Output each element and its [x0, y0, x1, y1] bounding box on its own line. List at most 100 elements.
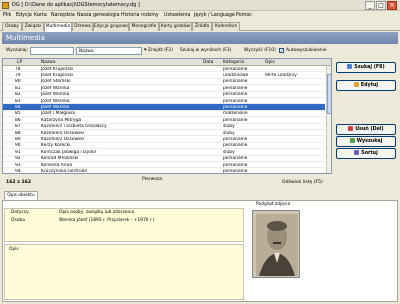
- search-icon: [347, 64, 353, 69]
- menu-karta[interactable]: Karta: [34, 13, 47, 18]
- rel-description: Warnka Józef (1895 r. Przysiersk - +1976…: [59, 218, 155, 223]
- table-cell: Józef Krupiński: [41, 66, 74, 72]
- clear-button[interactable]: Wyczyść (F10): [244, 48, 276, 53]
- find-next-button[interactable]: Znajdź (F2): [148, 48, 173, 53]
- col-kategoria[interactable]: Kategoria: [223, 60, 244, 65]
- tab-monografie[interactable]: Monografie: [129, 22, 159, 31]
- sort-icon: [354, 150, 360, 155]
- title-bar: DG [ D:\Dane do aplikacji\DGStemscytatem…: [0, 0, 400, 11]
- field-select[interactable]: Nazwa: [76, 47, 142, 55]
- table-cell: Kazimierz Ossowski: [41, 136, 85, 142]
- table-cell: 80: [15, 79, 21, 85]
- table-cell: 81: [15, 85, 21, 91]
- chevron-down-icon[interactable]: ▾: [144, 47, 147, 53]
- table-cell: personalne: [223, 98, 248, 104]
- table-cell: Konecka Anna: [41, 162, 73, 168]
- search-label: Wyszukaj:: [6, 48, 29, 53]
- scrollbar-thumb[interactable]: [327, 74, 331, 114]
- menu-edycja[interactable]: Edycja: [16, 13, 32, 18]
- table-cell: personalne: [223, 143, 248, 149]
- tab-osoby[interactable]: Osoby: [2, 22, 22, 31]
- table-scrollbar[interactable]: [326, 66, 331, 173]
- tab-zrodla[interactable]: Źródła: [192, 22, 212, 31]
- table-cell: 89: [15, 136, 21, 142]
- photo-preview-label: Podgląd zdjęcia: [256, 202, 291, 207]
- autosearch-checkbox[interactable]: ✓: [279, 48, 284, 53]
- table-cell: 88: [15, 130, 21, 136]
- photo-preview[interactable]: [252, 210, 300, 278]
- action-panel: Szukaj (F8) Edytuj Usuń (Del) Wyszukaj S…: [336, 60, 398, 174]
- close-button[interactable]: ✕: [387, 1, 397, 10]
- tab-multimedia[interactable]: Multimedia: [44, 22, 72, 32]
- minimize-button[interactable]: _: [365, 1, 375, 10]
- search-results-button[interactable]: Szukaj w wynikach (F3): [180, 48, 231, 53]
- search-input[interactable]: [30, 47, 74, 55]
- table-row[interactable]: 94 Kruczyńska Gertruda personalne: [3, 168, 325, 174]
- autosearch-label: Autowyszukiwanie: [286, 48, 327, 53]
- find-icon: [349, 138, 355, 143]
- record-count: 162 z 162: [6, 180, 32, 185]
- table-cell: Józef Warnka: [41, 104, 70, 110]
- table-cell: 93: [15, 162, 21, 168]
- table-cell: personalne: [223, 104, 248, 110]
- table-cell: 94: [15, 168, 21, 174]
- delete-button[interactable]: Usuń (Del): [336, 124, 396, 135]
- menu-pomoc[interactable]: Pomoc: [236, 13, 252, 18]
- delete-icon: [348, 126, 354, 131]
- tab-kalendarz[interactable]: Kalendarz: [212, 22, 240, 31]
- table-cell: Katarzyna Mitręga: [41, 117, 82, 123]
- table-cell: 83: [15, 98, 21, 104]
- search-button[interactable]: Szukaj (F8): [336, 62, 396, 73]
- table-cell: Klimczak Jadwiga i Izydor: [41, 149, 97, 155]
- menu-jezyk[interactable]: Język / Language: [194, 13, 235, 18]
- table-cell: 86: [15, 117, 21, 123]
- lower-tabs: Opis obiektu: [2, 190, 398, 201]
- tab-karty-grobow[interactable]: Karty grobów: [159, 22, 192, 31]
- menu-narzedzia[interactable]: Narzędzia: [51, 13, 75, 18]
- edit-icon: [353, 82, 359, 87]
- refresh-button[interactable]: Odśwież listę (F5): [282, 180, 323, 185]
- sort-button[interactable]: Sortuj: [336, 148, 396, 159]
- col-opis[interactable]: Opis: [265, 60, 275, 65]
- relations-table: Dotyczy Opis osoby, związku lub zdarzeni…: [4, 208, 244, 242]
- table-cell: 91: [15, 149, 21, 155]
- col-lp[interactable]: LP: [17, 60, 22, 65]
- table-cell: 90: [15, 143, 21, 149]
- table-cell: personalne: [223, 85, 248, 91]
- menu-ustawienia[interactable]: Ustawienia: [164, 13, 190, 18]
- table-cell: 87: [15, 124, 21, 130]
- media-table: LP Nazwa Data Kategoria Opis 78 Józef Kru…: [2, 58, 332, 174]
- section-header: Multimedia: [2, 32, 398, 44]
- table-cell: 92: [15, 156, 21, 162]
- tab-zwiazki[interactable]: Związki: [22, 22, 44, 31]
- table-cell: Kruczyńska Gertruda: [41, 168, 88, 174]
- table-cell: Konrad Mroziński: [41, 156, 79, 162]
- main-tabs: Osoby Związki Multimedia Drzewa Edycja g…: [0, 21, 400, 32]
- menu-historia-rodziny[interactable]: Historia rodziny: [121, 13, 159, 18]
- table-header: LP Nazwa Data Kategoria Opis: [3, 59, 331, 66]
- col-nazwa[interactable]: Nazwa: [41, 60, 56, 65]
- find-button[interactable]: Wyszukaj: [336, 136, 396, 147]
- maximize-button[interactable]: □: [376, 1, 386, 10]
- table-cell: śluby: [223, 124, 235, 130]
- col-data[interactable]: Data: [203, 60, 213, 65]
- app-icon: [2, 2, 9, 9]
- table-cell: urodzinowe: [223, 72, 249, 78]
- menu-nasza-genealogia[interactable]: Nasza genealogia: [77, 13, 120, 18]
- menu-plik[interactable]: Plik: [3, 13, 11, 18]
- tab-edycja-grupowa[interactable]: Edycja grupowa: [93, 22, 129, 31]
- table-cell: 90-te urodziny: [265, 72, 297, 78]
- table-cell: 82: [15, 92, 21, 98]
- edit-button[interactable]: Edytuj: [336, 80, 396, 91]
- table-cell: personalne: [223, 92, 248, 98]
- table-cell: Józef Warnka: [41, 85, 70, 91]
- table-cell: personalne: [223, 162, 248, 168]
- description-box[interactable]: Opis: [4, 244, 244, 300]
- window-title: DG [ D:\Dane do aplikacji\DGStemscytatem…: [12, 2, 140, 8]
- table-cell: 85: [15, 111, 21, 117]
- table-cell: Józef Warnka: [41, 92, 70, 98]
- tab-drzewa[interactable]: Drzewa: [72, 22, 93, 31]
- menu-bar: Plik Edycja Karta Narzędzia Nasza geneal…: [0, 11, 400, 21]
- portrait-image: [253, 211, 299, 277]
- table-cell: personalne: [223, 79, 248, 85]
